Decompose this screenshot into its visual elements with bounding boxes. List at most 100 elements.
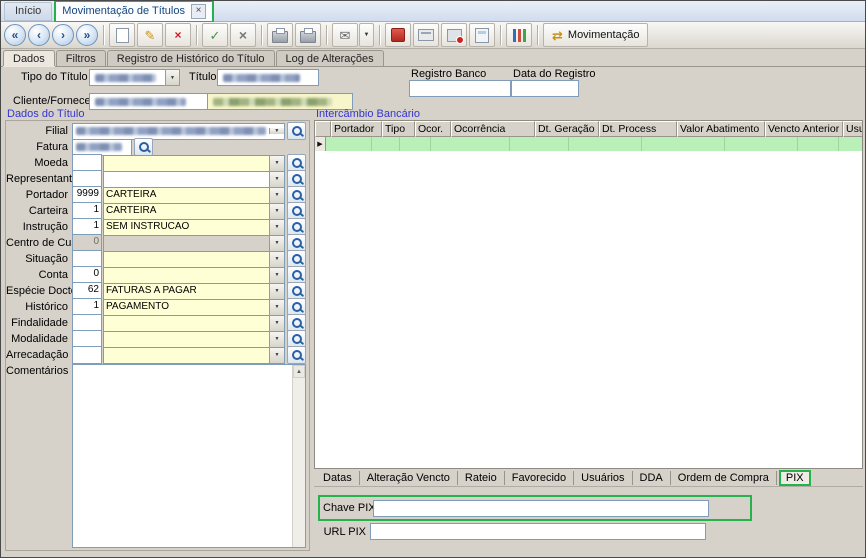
magnifier-icon — [292, 350, 302, 360]
column-header-usuario[interactable]: Usuário — [843, 121, 863, 137]
movement-icon: ⇄ — [552, 29, 563, 42]
mail-icon: ✉ — [340, 29, 351, 42]
magnifier-icon — [292, 334, 302, 344]
toolbar-separator — [379, 25, 380, 45]
arrecadacao-dropdown[interactable]: ▼ — [103, 347, 285, 364]
cliente-fornecedor-code-field[interactable] — [89, 93, 209, 110]
dados-do-titulo-title: Dados do Título — [7, 109, 310, 120]
redacted-text — [223, 74, 300, 82]
column-header-valor-abatimento[interactable]: Valor Abatimento — [677, 121, 765, 137]
titulo-field[interactable] — [217, 69, 319, 86]
print-button[interactable] — [267, 23, 293, 47]
cell-dt-process — [569, 137, 642, 151]
data-do-registro-input[interactable] — [511, 80, 579, 97]
red-document-icon — [391, 28, 405, 42]
titulo-label: Título — [189, 71, 217, 83]
url-pix-input[interactable] — [370, 523, 706, 540]
tab-usuarios[interactable]: Usuários — [574, 471, 632, 485]
centro-de-custo-dropdown[interactable]: ▼ — [103, 235, 285, 252]
arrecadacao-label: Arrecadação — [6, 349, 72, 361]
tab-dda[interactable]: DDA — [633, 471, 671, 485]
nav-next-button[interactable]: › — [52, 24, 74, 46]
column-header-dt-process[interactable]: Dt. Process — [599, 121, 677, 137]
bottom-tab-strip: DatasAlteração VenctoRateioFavorecidoUsu… — [314, 469, 863, 487]
tab-ordem-de-compra[interactable]: Ordem de Compra — [671, 471, 777, 485]
especie-docto-dropdown[interactable]: FATURAS A PAGAR▼ — [103, 283, 285, 300]
scroll-up-icon[interactable]: ▲ — [293, 365, 305, 378]
fatura-lookup-button[interactable] — [134, 138, 153, 156]
tab-datas[interactable]: Datas — [316, 471, 360, 485]
magnifier-icon — [292, 206, 302, 216]
nav-prev-button[interactable]: ‹ — [28, 24, 50, 46]
new-record-button[interactable] — [109, 23, 135, 47]
filial-input[interactable]: ▼ — [72, 123, 285, 140]
nav-first-button[interactable]: « — [4, 24, 26, 46]
print-preview-button[interactable] — [295, 23, 321, 47]
delete-record-button[interactable]: × — [165, 23, 191, 47]
chart-button[interactable] — [506, 23, 532, 47]
portador-dropdown[interactable]: CARTEIRA▼ — [103, 187, 285, 204]
report-button[interactable] — [469, 23, 495, 47]
filial-lookup-button[interactable] — [287, 122, 306, 140]
carteira-dropdown[interactable]: CARTEIRA▼ — [103, 203, 285, 220]
chevron-down-icon: ▼ — [269, 188, 284, 203]
field-row-situacao: Situação▼ — [6, 251, 309, 267]
chevron-down-icon: ▼ — [364, 32, 370, 38]
representante-dropdown[interactable]: ▼ — [103, 171, 285, 188]
tab-inicio[interactable]: Início — [4, 2, 52, 21]
tab-filtros[interactable]: Filtros — [56, 50, 106, 66]
cancel-icon: × — [239, 28, 247, 42]
instrucao-dropdown[interactable]: SEM INSTRUCAO▼ — [103, 219, 285, 236]
toolbar-separator — [261, 25, 262, 45]
tab-dados[interactable]: Dados — [3, 50, 55, 66]
nav-last-button[interactable]: » — [76, 24, 98, 46]
column-header-vencto-anterior[interactable]: Vencto Anterior — [765, 121, 843, 137]
cancel-button[interactable]: × — [230, 23, 256, 47]
findalidade-dropdown[interactable]: ▼ — [103, 315, 285, 332]
column-header-ocor[interactable]: Ocor. — [415, 121, 451, 137]
card-button[interactable] — [413, 23, 439, 47]
magnifier-icon — [292, 126, 302, 136]
send-mail-button[interactable]: ✉ — [332, 23, 358, 47]
comentarios-scrollbar[interactable]: ▲ — [292, 365, 305, 547]
send-mail-dropdown-button[interactable]: ▼ — [359, 23, 374, 47]
tab-log-de-alteracoes[interactable]: Log de Alterações — [276, 50, 384, 66]
grid-selected-row[interactable]: ▶ — [315, 137, 862, 151]
export-button[interactable] — [385, 23, 411, 47]
comentarios-textarea[interactable]: ▲ — [72, 364, 306, 548]
magnifier-icon — [292, 270, 302, 280]
field-row-carteira: Carteira1CARTEIRA▼ — [6, 203, 309, 219]
findalidade-dropdown-value — [104, 316, 269, 331]
historico-dropdown[interactable]: PAGAMENTO▼ — [103, 299, 285, 316]
tab-rateio[interactable]: Rateio — [458, 471, 505, 485]
registro-banco-input[interactable] — [409, 80, 511, 97]
close-tab-icon[interactable]: × — [191, 4, 206, 19]
situacao-dropdown-value — [104, 252, 269, 267]
moeda-dropdown[interactable]: ▼ — [103, 155, 285, 172]
tab-registro-de-historico-do-titulo[interactable]: Registro de Histórico do Título — [107, 50, 275, 66]
tab-alteracao-vencto[interactable]: Alteração Vencto — [360, 471, 458, 485]
situacao-dropdown[interactable]: ▼ — [103, 251, 285, 268]
filial-label: Filial — [6, 125, 72, 137]
column-header-portador[interactable]: Portador — [331, 121, 382, 137]
fatura-input[interactable] — [72, 139, 132, 156]
chave-pix-input[interactable] — [373, 500, 709, 517]
toolbar-separator — [326, 25, 327, 45]
tab-favorecido[interactable]: Favorecido — [505, 471, 574, 485]
tab-pix[interactable]: PIX — [779, 470, 811, 486]
tipo-do-titulo-dropdown-button[interactable]: ▼ — [165, 69, 180, 86]
column-header-tipo[interactable]: Tipo — [382, 121, 415, 137]
magnifier-icon — [292, 190, 302, 200]
arrecadacao-code-input[interactable] — [72, 346, 102, 364]
tipo-do-titulo-field[interactable] — [89, 69, 171, 86]
column-header-dt-geracao[interactable]: Dt. Geração — [535, 121, 599, 137]
conta-dropdown[interactable]: ▼ — [103, 267, 285, 284]
arrecadacao-lookup-button[interactable] — [287, 346, 306, 364]
movimentacao-button[interactable]: ⇄Movimentação — [543, 23, 648, 47]
edit-record-button[interactable]: ✎ — [137, 23, 163, 47]
money-button[interactable] — [441, 23, 467, 47]
column-header-ocorrencia[interactable]: Ocorrência — [451, 121, 535, 137]
tab-movimentacao-de-titulos[interactable]: Movimentação de Títulos × — [54, 0, 214, 23]
modalidade-dropdown[interactable]: ▼ — [103, 331, 285, 348]
confirm-button[interactable]: ✓ — [202, 23, 228, 47]
